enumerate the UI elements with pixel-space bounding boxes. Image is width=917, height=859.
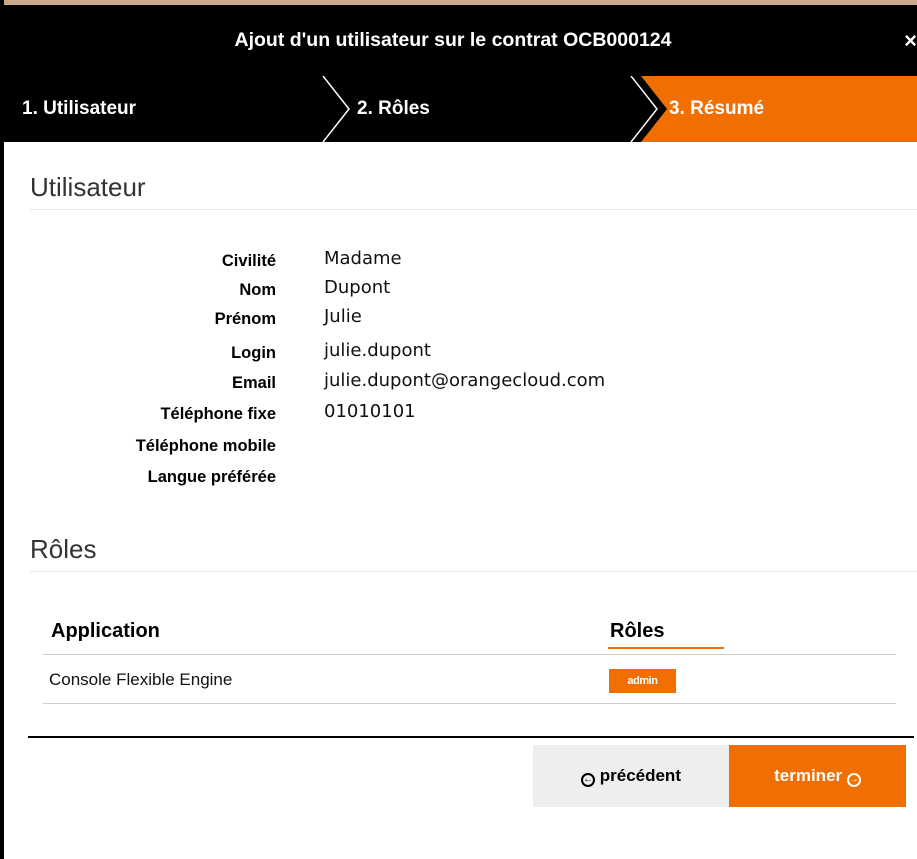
detail-row-langue-preferee: Langue préférée xyxy=(0,463,900,492)
section-title-utilisateur: Utilisateur xyxy=(30,172,146,202)
detail-row-telephone-fixe: Téléphone fixe 01010101 xyxy=(0,400,900,429)
table-row-divider xyxy=(43,703,896,704)
detail-label: Civilité xyxy=(221,252,276,270)
detail-value: 01010101 xyxy=(324,401,416,422)
finish-button[interactable]: terminer → xyxy=(729,745,906,807)
cell-application: Console Flexible Engine xyxy=(49,670,233,689)
previous-button-label: précédent xyxy=(599,766,681,785)
column-header-application[interactable]: Application xyxy=(51,620,160,643)
detail-label: Email xyxy=(231,374,276,392)
dialog-title: Ajout d'un utilisateur sur le contrat OC… xyxy=(234,29,672,51)
detail-label: Téléphone mobile xyxy=(135,437,276,455)
arrow-right-circle-icon: → xyxy=(846,773,861,787)
table-header-divider xyxy=(43,654,896,655)
role-badge: admin xyxy=(609,669,676,693)
detail-label: Téléphone fixe xyxy=(160,405,276,423)
step-resume[interactable]: 3. Résumé xyxy=(669,76,764,142)
steps-chevrons xyxy=(322,76,917,142)
detail-label: Langue préférée xyxy=(147,468,276,486)
detail-row-telephone-mobile: Téléphone mobile xyxy=(0,432,900,461)
detail-value: Dupont xyxy=(324,277,391,298)
detail-row-nom: Nom Dupont xyxy=(0,276,900,305)
detail-row-login: Login julie.dupont xyxy=(0,339,900,368)
step-roles[interactable]: 2. Rôles xyxy=(357,76,430,142)
detail-value: julie.dupont@orangecloud.com xyxy=(324,370,606,391)
section-divider xyxy=(30,209,917,210)
sort-indicator xyxy=(608,647,724,649)
step-separator xyxy=(322,76,350,142)
section-title-roles: Rôles xyxy=(30,534,97,564)
detail-value: julie.dupont xyxy=(324,340,431,361)
previous-button[interactable]: ← précédent xyxy=(533,745,729,807)
column-header-roles[interactable]: Rôles xyxy=(610,620,664,643)
detail-row-email: Email julie.dupont@orangecloud.com xyxy=(0,369,900,398)
detail-row-prenom: Prénom Julie xyxy=(0,305,900,334)
detail-label: Prénom xyxy=(214,310,276,328)
dialog-header: Ajout d'un utilisateur sur le contrat OC… xyxy=(4,5,917,76)
detail-label: Nom xyxy=(239,281,276,299)
detail-value: Madame xyxy=(324,248,402,269)
section-divider xyxy=(30,571,917,572)
wizard-steps: 1. Utilisateur 2. Rôles 3. Résumé xyxy=(4,76,917,142)
detail-row-civilite: Civilité Madame xyxy=(0,247,900,276)
footer-divider xyxy=(28,736,914,738)
step-utilisateur[interactable]: 1. Utilisateur xyxy=(22,76,136,142)
arrow-left-circle-icon: ← xyxy=(581,773,595,787)
detail-value: Julie xyxy=(324,306,362,327)
finish-button-label: terminer xyxy=(774,766,843,785)
detail-label: Login xyxy=(231,344,276,362)
close-icon[interactable]: × xyxy=(904,5,917,76)
